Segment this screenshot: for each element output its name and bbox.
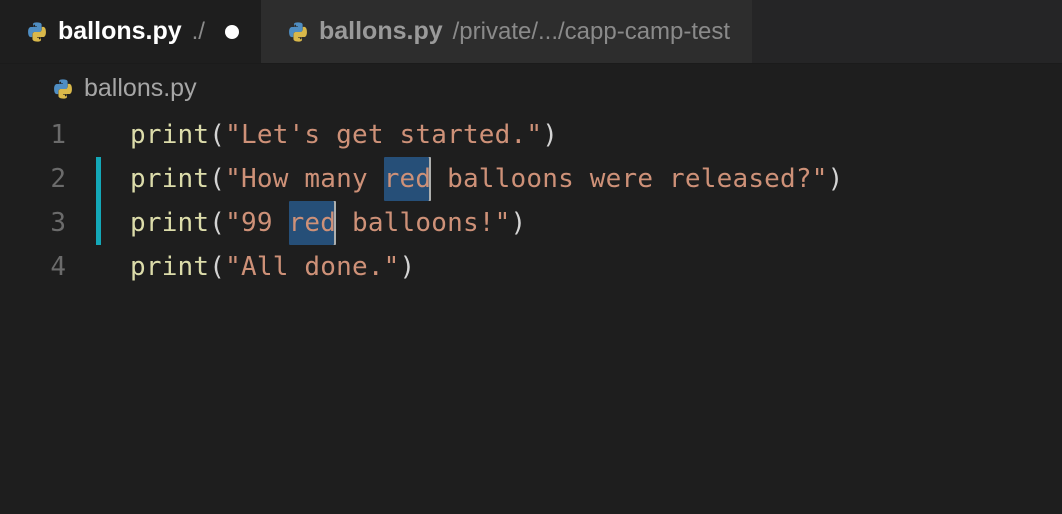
editor-tab[interactable]: ballons.py/private/.../capp-camp-test [261,0,752,63]
token-string: "Let's get started." [225,113,542,157]
tab-filename: ballons.py [58,17,182,46]
selected-text: red [289,201,337,245]
selected-text: red [384,157,432,201]
python-icon [287,21,309,43]
token-string: balloons were released?" [431,157,827,201]
tab-filename: ballons.py [319,17,443,46]
python-icon [26,21,48,43]
token-function: print [130,245,209,289]
editor-window: ballons.py ./ ballons.py/private/.../capp… [0,0,1062,514]
gutter-row: 3 [0,201,116,245]
code-editor[interactable]: 1234 print("Let's get started.")print("H… [0,109,1062,514]
token-string: "All done." [225,245,399,289]
line-number: 2 [0,164,72,194]
tab-pathhint: /private/.../capp-camp-test [453,18,730,46]
token-function: print [130,157,209,201]
token-function: print [130,201,209,245]
line-gutter: 1 2 3 4 [0,113,116,514]
gutter-row: 4 [0,245,116,289]
line-number: 1 [0,120,72,150]
breadcrumb[interactable]: ballons.py [0,64,1062,109]
token-function: print [130,113,209,157]
token-paren: ( [209,157,225,201]
token-string: "How many [225,157,384,201]
python-icon [52,78,74,100]
editor-tab[interactable]: ballons.py ./ [0,0,261,63]
gutter-row: 1 [0,113,116,157]
tab-pathhint: ./ [192,18,205,46]
token-paren: ) [542,113,558,157]
code-content[interactable]: print("Let's get started.")print("How ma… [116,113,1062,514]
dirty-indicator-icon [225,25,239,39]
token-paren: ) [828,157,844,201]
token-paren: ( [209,113,225,157]
code-line[interactable]: print("All done.") [116,245,1062,289]
token-paren: ) [511,201,527,245]
gutter-row: 2 [0,157,116,201]
code-line[interactable]: print("How many red balloons were releas… [116,157,1062,201]
token-paren: ( [209,245,225,289]
change-bar-icon [96,113,101,157]
code-line[interactable]: print("Let's get started.") [116,113,1062,157]
change-bar-icon [96,157,101,201]
line-number: 3 [0,208,72,238]
line-number: 4 [0,252,72,282]
token-string: balloons!" [336,201,510,245]
breadcrumb-filename: ballons.py [84,74,197,103]
token-paren: ) [400,245,416,289]
change-bar-icon [96,201,101,245]
tab-bar: ballons.py ./ ballons.py/private/.../capp… [0,0,1062,64]
code-line[interactable]: print("99 red balloons!") [116,201,1062,245]
token-paren: ( [209,201,225,245]
change-bar-icon [96,245,101,289]
token-string: "99 [225,201,288,245]
